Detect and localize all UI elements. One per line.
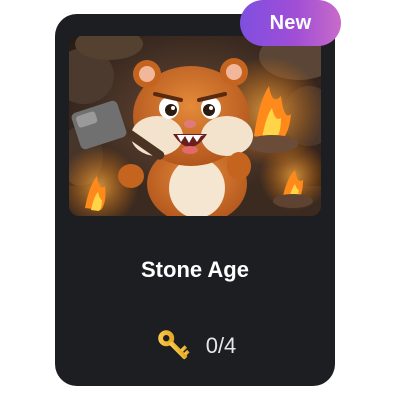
new-badge-label: New: [269, 11, 312, 34]
hamster-caveman-illustration: [69, 36, 321, 216]
stone-age-card[interactable]: New Stone Age 0/4: [55, 0, 341, 386]
card-title: Stone Age: [141, 257, 249, 282]
key-progress-count: 0/4: [205, 333, 237, 358]
screen: New Stone Age 0/4: [0, 0, 400, 400]
key-progress: 0/4: [55, 326, 335, 366]
key-icon: [157, 330, 190, 360]
new-badge: New: [240, 0, 341, 46]
